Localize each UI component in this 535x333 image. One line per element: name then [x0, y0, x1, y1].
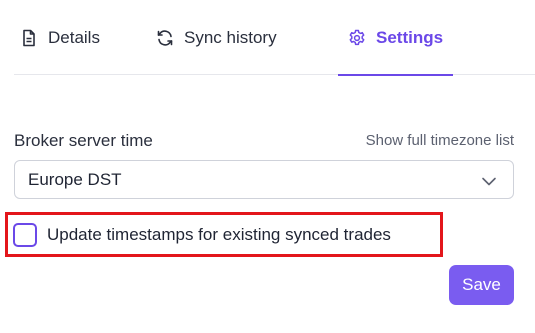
timezone-select[interactable]: Europe DST: [14, 160, 514, 199]
tab-details-label: Details: [48, 27, 100, 47]
show-full-timezone-list-link[interactable]: Show full timezone list: [366, 132, 514, 149]
tab-bar: Details Sync history Settings: [14, 0, 535, 76]
tab-settings[interactable]: Settings: [338, 0, 454, 76]
timezone-select-value: Europe DST: [28, 169, 122, 189]
update-timestamps-option: Update timestamps for existing synced tr…: [5, 212, 443, 257]
tab-details[interactable]: Details: [20, 0, 100, 75]
broker-server-time-label: Broker server time: [14, 131, 153, 150]
refresh-icon: [156, 29, 174, 47]
update-timestamps-checkbox[interactable]: [13, 222, 37, 247]
update-timestamps-label[interactable]: Update timestamps for existing synced tr…: [47, 225, 391, 245]
tab-sync-history[interactable]: Sync history: [156, 0, 277, 75]
document-icon: [20, 29, 38, 47]
chevron-down-icon: [481, 173, 497, 187]
save-button[interactable]: Save: [449, 265, 514, 305]
gear-icon: [348, 29, 366, 47]
tab-settings-label: Settings: [376, 27, 444, 47]
tab-sync-history-label: Sync history: [184, 27, 277, 47]
